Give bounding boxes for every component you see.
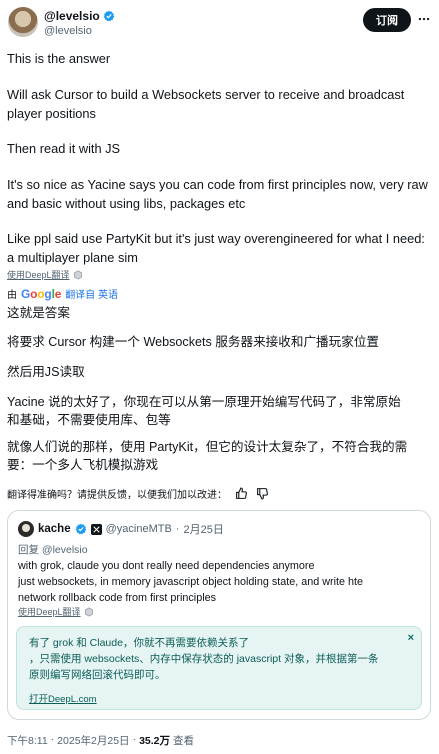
translation-feedback-prompt: 翻译得准确吗？请提供反馈，以便我们加以改进： [7, 490, 227, 501]
quoted-deepl-row: 使用DeepL翻译 [18, 605, 94, 618]
separator-dot: · [50, 733, 55, 745]
deepl-translate-row: 使用DeepL翻译 [7, 268, 83, 281]
quoted-author-name[interactable]: kache [38, 523, 71, 535]
open-deepl-link[interactable]: 打开DeepL.com [29, 691, 97, 705]
quoted-author-avatar[interactable] [18, 521, 34, 537]
reply-prefix: 回复 [18, 544, 39, 556]
view-count: 35.2万 [139, 735, 170, 747]
translated-paragraph: 然后用JS读取 [7, 365, 85, 379]
verified-badge-icon [75, 523, 86, 535]
author-name[interactable]: @levelsio [44, 9, 100, 23]
tweet-date[interactable]: 2025年2月25日 [57, 733, 129, 748]
translated-paragraph: 就像人们说的那样，使用 PartyKit，但它的设计太复杂了，不符合我的需要：一… [7, 440, 408, 472]
deepl-translation-text: 有了 grok 和 Claude，你就不再需要依赖关系了 ，只需使用 webso… [29, 635, 413, 683]
deepl-translate-link[interactable]: 使用DeepL翻译 [7, 268, 70, 281]
quoted-deepl-translate-link[interactable]: 使用DeepL翻译 [18, 605, 81, 618]
thumbs-up-icon[interactable] [235, 487, 248, 500]
quoted-tweet-body: with grok, claude you dont really need d… [18, 558, 418, 606]
quoted-text-line: just websockets, in memory javascript ob… [18, 576, 364, 588]
deepl-cube-icon [84, 606, 93, 617]
tweet-paragraph: Like ppl said use PartyKit but it's just… [7, 231, 425, 265]
deepl-cube-icon [73, 269, 82, 280]
reply-context: 回复 @levelsio [18, 542, 88, 557]
quoted-tweet-card[interactable]: kache @yacineMTB · 2月25日 回复 @levelsio wi… [7, 510, 431, 720]
tweet-header: @levelsio @levelsio 订阅 [0, 0, 439, 44]
x-logo-icon [90, 523, 102, 535]
tweet-metadata: 下午8:11 · 2025年2月25日 · 35.2万 查看 [7, 733, 194, 748]
author-avatar[interactable] [8, 7, 38, 37]
translated-paragraph: 这就是答案 [7, 306, 70, 320]
google-logo-icon: Google [21, 286, 62, 301]
google-translate-row: 由 Google 翻译自 英语 [7, 286, 118, 302]
views-label: 查看 [173, 735, 194, 747]
translation-line: 原则编写网络回滚代码即可。 [29, 669, 166, 681]
author-name-row[interactable]: @levelsio [44, 9, 115, 23]
translated-paragraph: Yacine 说的太好了，你现在可以从第一原理开始编写代码了，非常原始和基础，不… [7, 395, 401, 427]
translated-by-label: 由 [7, 290, 17, 301]
quoted-text-line: network rollback code from first princip… [18, 592, 217, 604]
verified-badge-icon [103, 10, 114, 22]
more-options-icon[interactable] [417, 12, 431, 26]
translation-feedback-row: 翻译得准确吗？请提供反馈，以便我们加以改进： [7, 486, 269, 501]
reply-mention-link[interactable]: @levelsio [42, 544, 88, 556]
tweet-paragraph: Will ask Cursor to build a Websockets se… [7, 87, 405, 121]
translation-line: 有了 grok 和 Claude，你就不再需要依赖关系了 [29, 637, 249, 649]
translated-from-english-link[interactable]: 翻译自 英语 [65, 286, 118, 301]
separator-dot: · [175, 523, 180, 535]
quoted-text-line: with grok, claude you dont really need d… [18, 560, 315, 572]
deepl-translation-box: × 有了 grok 和 Claude，你就不再需要依赖关系了 ，只需使用 web… [16, 626, 422, 710]
tweet-paragraph: It's so nice as Yacine says you can code… [7, 177, 428, 211]
tweet-time[interactable]: 下午8:11 [7, 733, 48, 748]
tweet-paragraph: Then read it with JS [7, 141, 121, 156]
author-handle[interactable]: @levelsio [44, 25, 92, 37]
tweet-paragraph: This is the answer [7, 51, 111, 66]
quoted-tweet-date[interactable]: 2月25日 [183, 521, 223, 537]
translation-line: ，只需使用 websockets、内存中保存状态的 javascript 对象，… [29, 653, 379, 665]
quoted-tweet-header: kache @yacineMTB · 2月25日 [18, 521, 224, 537]
separator-dot: · [132, 733, 137, 745]
translated-paragraph: 将要求 Cursor 构建一个 Websockets 服务器来接收和广播玩家位置 [7, 335, 380, 349]
subscribe-button[interactable]: 订阅 [363, 8, 411, 32]
quoted-author-handle[interactable]: @yacineMTB [106, 523, 172, 535]
thumbs-down-icon[interactable] [256, 487, 269, 500]
